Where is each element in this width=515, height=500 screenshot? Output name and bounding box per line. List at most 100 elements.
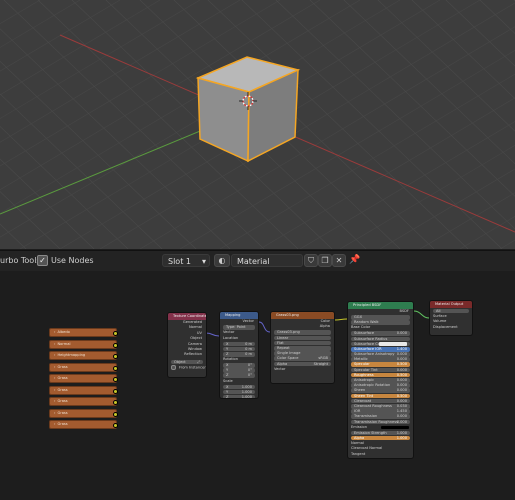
subsurface-ior-input[interactable]: Subsurface IOR 1.400 [351,346,410,352]
axis-value: 0° [247,368,252,373]
node-header[interactable]: Texture Coordinate [168,313,206,320]
3d-viewport[interactable] [0,0,515,249]
image-texture-node-collapsed[interactable]: › Normal [49,339,118,349]
color-swatch[interactable] [379,342,407,346]
node-header[interactable]: Material Output [430,301,472,308]
distribution-select[interactable]: GGX [351,314,410,320]
collapse-arrow-icon[interactable]: › [54,387,55,394]
output-socket[interactable] [113,411,118,417]
location-y-field[interactable]: Y 0 m [223,346,255,352]
rotation-x-field[interactable]: X 0° [223,363,255,368]
subsurface-input[interactable]: Subsurface 0.000 [351,331,410,336]
collapse-arrow-icon[interactable]: › [54,410,55,417]
output-socket[interactable] [113,342,118,348]
unlink-material-button[interactable]: ✕ [332,254,346,267]
alpha-input[interactable]: Alpha 1.000 [351,435,410,441]
node-header[interactable]: Grass03.png [271,312,334,319]
extension-select[interactable]: Repeat [274,345,331,351]
image-texture-node-collapsed[interactable]: › Heightmapping [49,351,118,360]
collapse-arrow-icon[interactable]: › [54,329,55,336]
tools-menu[interactable]: urbo Tools [0,255,41,267]
collapse-arrow-icon[interactable]: › [54,341,55,348]
pin-icon[interactable]: 📌 [349,254,360,266]
roughness-input[interactable]: Roughness 0.500 [351,372,410,378]
location-x-field[interactable]: X 0 m [223,341,255,347]
fake-user-button[interactable]: ⛉ [304,254,318,267]
target-select[interactable]: All [433,308,469,314]
specular-input[interactable]: Specular 0.500 [351,362,410,368]
emission-strength-input[interactable]: Emission Strength 1.000 [351,430,410,436]
image-texture-node-collapsed[interactable]: › Grass [49,397,118,406]
subsurface-radius-input[interactable]: Subsurface Radius [351,336,410,342]
node-header[interactable]: Mapping [220,312,258,319]
node-header[interactable]: Principled BSDF [348,302,413,309]
sheen-input[interactable]: Sheen 0.000 [351,388,410,393]
rotation-y-field[interactable]: Y 0° [223,368,255,373]
duplicate-material-button[interactable]: ❐ [318,254,332,267]
material-name-field[interactable]: Material [231,254,303,267]
subsurface-color-input[interactable]: Subsurface Color [351,341,410,347]
texture-coordinate-node[interactable]: Texture Coordinate Generated Normal UV Obje… [167,312,207,378]
scale-y-field[interactable]: Y 1.000 [223,389,255,395]
image-texture-node-collapsed[interactable]: › Grass [49,374,118,383]
sheen-tint-input[interactable]: Sheen Tint 0.500 [351,393,410,399]
scale-x-field[interactable]: X 1.000 [223,384,255,390]
material-output-node[interactable]: Material Output All Surface Volume Displac… [429,300,473,336]
color-space-select[interactable]: Color Space sRGB [274,356,331,361]
subsurface-anisotropy-input[interactable]: Subsurface Anisotropy 0.000 [351,352,410,357]
output-socket[interactable] [113,377,118,382]
input-label: Subsurface Anisotropy [354,352,395,357]
source-select[interactable]: Single Image [274,351,331,356]
use-nodes-toggle[interactable]: ✓ Use Nodes [37,255,94,267]
image-select[interactable]: Grass03.png [274,330,331,335]
collapse-arrow-icon[interactable]: › [54,364,55,371]
interpolation-select[interactable]: Linear [274,335,331,341]
output-socket[interactable] [113,400,118,405]
mapping-type-select[interactable]: Type: Point [223,324,255,330]
metallic-input[interactable]: Metallic 0.000 [351,357,410,362]
output-socket[interactable] [113,423,118,428]
output-socket[interactable] [113,388,118,394]
transmission-input[interactable]: Transmission 0.000 [351,414,410,419]
object-field[interactable]: Object ⤢ [171,359,203,365]
collapse-arrow-icon[interactable]: › [54,421,55,428]
slot-dropdown[interactable]: Slot 1 ▾ [162,254,210,267]
image-texture-node-collapsed[interactable]: › Grass [49,362,118,372]
image-texture-node-collapsed[interactable]: › Grass [49,408,118,418]
image-texture-node-collapsed[interactable]: › Grass [49,420,118,429]
projection-select[interactable]: Flat [274,340,331,346]
from-instancer-toggle[interactable]: From Instancer [168,364,206,370]
image-texture-node[interactable]: Grass03.png Color Alpha Grass03.png Line… [270,311,335,384]
viewport-canvas[interactable] [0,0,515,249]
mapping-node[interactable]: Mapping Vector Type: Point Vector Locati… [219,311,259,399]
location-label: Location [223,335,239,340]
collapse-arrow-icon[interactable]: › [54,352,55,359]
output-socket[interactable] [113,365,118,371]
clearcoat-input[interactable]: Clearcoat 0.000 [351,398,410,404]
collapse-arrow-icon[interactable]: › [54,375,55,382]
input-value: 0.000 [396,383,407,388]
node-editor-canvas[interactable]: › Albedo › Normal › Heightmapping › Grass › Grass… [0,271,515,500]
output-socket[interactable] [113,331,118,336]
rotation-z-field[interactable]: Z 0° [223,373,255,379]
subsurface-method-select[interactable]: Random Walk [351,320,410,325]
anisotropic-rotation-input[interactable]: Anisotropic Rotation 0.000 [351,383,410,388]
transmission-roughness-input[interactable]: Transmission Roughness 0.000 [351,419,410,425]
grid-line [0,0,121,72]
ior-input[interactable]: IOR 1.450 [351,409,410,414]
clearcoat-roughness-input[interactable]: Clearcoat Roughness 0.030 [351,403,410,409]
alpha-mode-select[interactable]: Alpha Straight [274,361,331,367]
input-label: Transmission Roughness [354,419,398,424]
scale-z-field[interactable]: Z 1.000 [223,395,255,398]
collapse-arrow-icon[interactable]: › [54,398,55,405]
output-socket[interactable] [113,354,118,359]
image-texture-node-collapsed[interactable]: › Albedo [49,328,118,337]
use-nodes-checkbox[interactable]: ✓ [37,255,48,266]
material-browse-button[interactable]: ◐ [214,254,230,267]
image-texture-node-collapsed[interactable]: › Grass [49,385,118,395]
color-swatch[interactable] [381,425,409,430]
location-z-field[interactable]: Z 0 m [223,351,255,357]
principled-bsdf-node[interactable]: Principled BSDF BSDF GGX Random Walk Bas… [347,301,414,459]
anisotropic-input[interactable]: Anisotropic 0.000 [351,378,410,383]
specular-tint-input[interactable]: Specular Tint 0.000 [351,367,410,373]
